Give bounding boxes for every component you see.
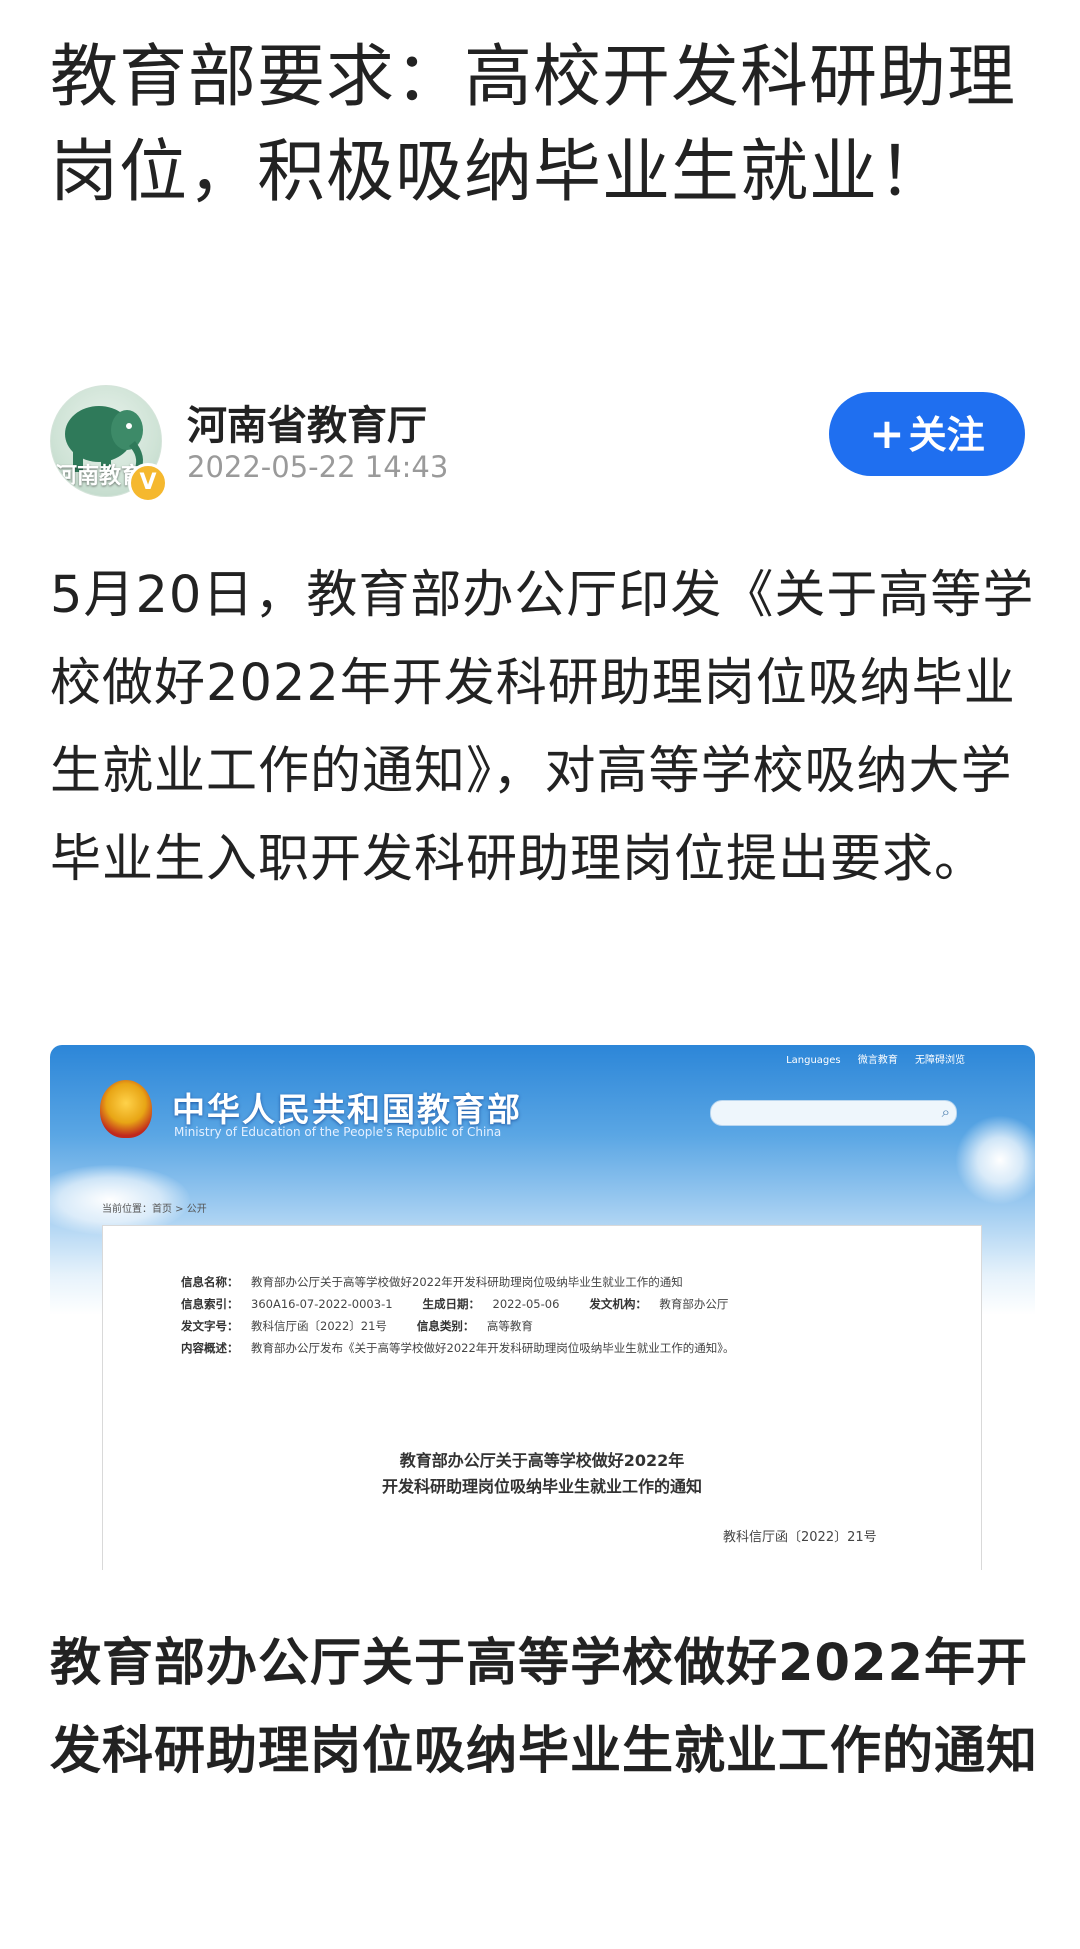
- verified-badge-icon: V: [128, 463, 168, 503]
- moe-breadcrumb: 当前位置：首页 > 公开: [102, 1204, 207, 1215]
- doc-info-table: 信息名称： 教育部办公厅关于高等学校做好2022年开发科研助理岗位吸纳毕业生就业工…: [181, 1271, 941, 1359]
- info-label: 发文字号：: [181, 1319, 239, 1333]
- moe-site-title: 中华人民共和国教育部: [172, 1090, 522, 1129]
- moe-top-links: Languages 微言教育 无障碍浏览: [786, 1055, 965, 1066]
- info-label: 信息名称：: [181, 1275, 239, 1289]
- info-label: 发文机构：: [589, 1297, 647, 1311]
- info-label: 内容概述：: [181, 1341, 239, 1355]
- dandelion-decoration: [955, 1115, 1035, 1205]
- plus-icon: +: [869, 409, 905, 458]
- moe-document-panel: 信息名称： 教育部办公厅关于高等学校做好2022年开发科研助理岗位吸纳毕业生就业工…: [102, 1225, 982, 1570]
- author-row: 河南教育 V 河南省教育厅 2022-05-22 14:43 + 关注: [50, 385, 1030, 503]
- article-title: 教育部要求：高校开发科研助理岗位，积极吸纳毕业生就业！: [50, 38, 1017, 212]
- follow-label: 关注: [908, 413, 985, 457]
- national-emblem-icon: [100, 1080, 152, 1138]
- info-label: 生成日期：: [422, 1297, 481, 1311]
- info-value: 教育部办公厅发布《关于高等学校做好2022年开发科研助理岗位吸纳毕业生就业工作的…: [251, 1341, 735, 1355]
- moe-site-subtitle: Ministry of Education of the People's Re…: [174, 1125, 502, 1139]
- follow-button[interactable]: + 关注: [829, 392, 1025, 476]
- info-value: 教育部办公厅关于高等学校做好2022年开发科研助理岗位吸纳毕业生就业工作的通知: [251, 1275, 683, 1289]
- info-label: 信息类别：: [416, 1319, 475, 1333]
- doc-heading-line1: 教育部办公厅关于高等学校做好2022年: [399, 1451, 685, 1470]
- info-value: 2022-05-06: [492, 1297, 560, 1311]
- embedded-screenshot-image[interactable]: 中华人民共和国教育部 Ministry of Education of the …: [50, 1045, 1035, 1570]
- info-value: 教育部办公厅: [659, 1297, 729, 1311]
- doc-heading: 教育部办公厅关于高等学校做好2022年 开发科研助理岗位吸纳毕业生就业工作的通知: [103, 1448, 981, 1500]
- info-value: 高等教育: [486, 1319, 533, 1333]
- info-value: 教科信厅函〔2022〕21号: [251, 1319, 387, 1333]
- doc-heading-line2: 开发科研助理岗位吸纳毕业生就业工作的通知: [381, 1477, 702, 1496]
- author-name[interactable]: 河南省教育厅: [187, 393, 427, 451]
- publish-time: 2022-05-22 14:43: [187, 450, 449, 484]
- info-label: 信息索引：: [181, 1297, 239, 1311]
- article-body: 5月20日，教育部办公厅印发《关于高等学校做好2022年开发科研助理岗位吸纳毕业…: [50, 566, 1035, 889]
- search-icon: ⌕: [941, 1103, 950, 1121]
- info-value: 360A16-07-2022-0003-1: [251, 1297, 393, 1311]
- doc-number: 教科信厅函〔2022〕21号: [723, 1530, 877, 1545]
- article-page: 教育部要求：高校开发科研助理岗位，积极吸纳毕业生就业！ 河南教育 V 河南省教育…: [0, 0, 1080, 1949]
- moe-search-box: ⌕: [710, 1100, 957, 1126]
- image-caption: 教育部办公厅关于高等学校做好2022年开发科研助理岗位吸纳毕业生就业工作的通知: [50, 1634, 1039, 1781]
